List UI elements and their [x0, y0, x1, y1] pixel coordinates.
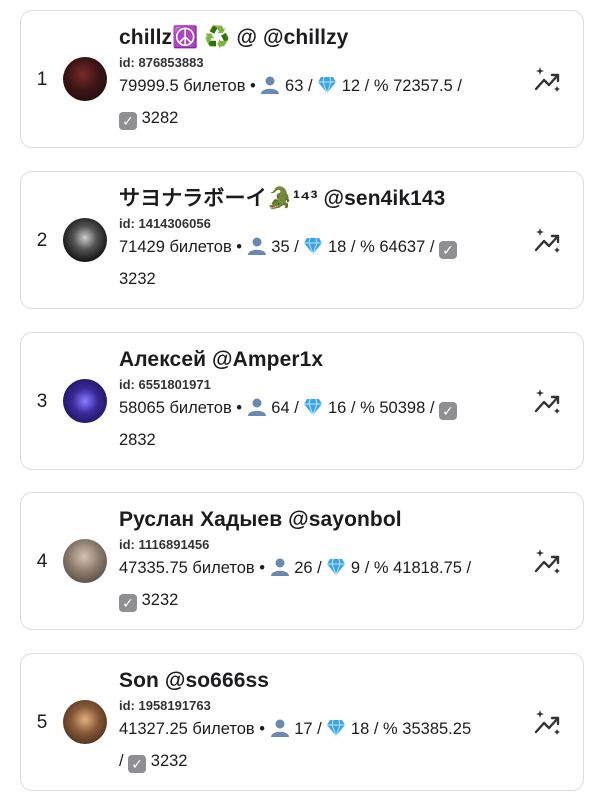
- rank-number: 3: [36, 391, 48, 412]
- user-id: id: 6551801971: [119, 377, 211, 392]
- user-name: Son @so666ss: [119, 669, 270, 692]
- user-name: Руслан Хадыев @sayonbol: [119, 508, 402, 531]
- user-icon: [247, 236, 267, 265]
- checkbox-icon: ✓: [119, 594, 137, 612]
- checkbox-icon: ✓: [128, 755, 147, 773]
- referrals-count: 26: [294, 559, 313, 577]
- rank-number: 5: [36, 712, 48, 733]
- checks-count: 3282: [141, 109, 179, 127]
- leaderboard-list: 1 chillz☮️ ♻️ @ @chillzy id: 876853883 7…: [0, 0, 600, 800]
- tickets-count: 47335.75 билетов: [119, 559, 255, 577]
- gems-count: 18: [327, 238, 347, 256]
- referrals-count: 64: [271, 399, 290, 417]
- trending-sparkle-icon[interactable]: [533, 226, 563, 256]
- user-id: id: 1414306056: [119, 216, 211, 231]
- percent-value: % 72357.5: [373, 77, 453, 95]
- referrals-count: 63: [285, 77, 304, 95]
- user-icon: [260, 75, 280, 104]
- user-name: chillz☮️ ♻️ @ @chillzy: [119, 26, 349, 49]
- tickets-count: 58065 билетов: [119, 399, 232, 417]
- tickets-count: 79999.5 билетов: [119, 77, 246, 95]
- gems-count: 16: [327, 399, 347, 417]
- leaderboard-card[interactable]: 3 Алексей @Amper1x id: 6551801971 58065 …: [20, 332, 584, 470]
- user-stats: 58065 билетов • 64 / 16 / % 50398 / ✓ 28…: [119, 394, 513, 455]
- user-stats: 47335.75 билетов • 26 / 9 / % 41818.75 /…: [119, 557, 472, 612]
- user-name: サヨナラボーイ🐊¹⁴³ @sen4ik143: [119, 187, 446, 210]
- user-stats: 71429 билетов • 35 / 18 / % 64637 / ✓ 32…: [119, 233, 513, 294]
- leaderboard-card[interactable]: 4 Руслан Хадыев @sayonbol id: 1116891456…: [20, 492, 584, 630]
- gem-icon: [303, 397, 323, 426]
- user-icon: [270, 718, 290, 747]
- rank-number: 4: [36, 551, 48, 572]
- trending-sparkle-icon[interactable]: [533, 387, 563, 417]
- trending-sparkle-icon[interactable]: [533, 708, 563, 738]
- referrals-count: 17: [294, 720, 313, 738]
- rank-number: 2: [36, 230, 48, 251]
- avatar[interactable]: [63, 379, 107, 423]
- user-icon: [247, 397, 267, 426]
- user-id: id: 1116891456: [119, 537, 210, 552]
- tickets-count: 41327.25 билетов: [119, 720, 255, 738]
- gem-icon: [326, 718, 346, 747]
- leaderboard-card[interactable]: 1 chillz☮️ ♻️ @ @chillzy id: 876853883 7…: [20, 10, 584, 148]
- checks-count: 3232: [141, 591, 179, 609]
- checks-count: 3232: [150, 752, 188, 770]
- trending-sparkle-icon[interactable]: [533, 65, 563, 95]
- gem-icon: [317, 75, 337, 104]
- percent-value: % 64637: [360, 238, 426, 256]
- percent-value: % 50398: [360, 399, 426, 417]
- gem-icon: [303, 236, 323, 265]
- user-name: Алексей @Amper1x: [119, 348, 324, 371]
- avatar[interactable]: [63, 700, 107, 744]
- gem-icon: [326, 557, 346, 586]
- tickets-count: 71429 билетов: [119, 238, 232, 256]
- leaderboard-card[interactable]: 2 サヨナラボーイ🐊¹⁴³ @sen4ik143 id: 1414306056 …: [20, 171, 584, 309]
- rank-number: 1: [36, 69, 48, 90]
- user-stats: 41327.25 билетов • 17 / 18 / % 35385.25 …: [119, 718, 472, 773]
- percent-value: % 35385.25: [383, 720, 472, 738]
- checks-count: 2832: [119, 431, 156, 449]
- checkbox-icon: ✓: [439, 241, 458, 259]
- avatar[interactable]: [63, 57, 107, 101]
- checks-count: 3232: [119, 270, 156, 288]
- user-id: id: 876853883: [119, 55, 204, 70]
- gems-count: 18: [350, 720, 370, 738]
- user-icon: [270, 557, 290, 586]
- avatar[interactable]: [63, 539, 107, 583]
- user-id: id: 1958191763: [119, 698, 211, 713]
- user-stats: 79999.5 билетов • 63 / 12 / % 72357.5 / …: [119, 75, 462, 130]
- gems-count: 12: [341, 77, 361, 95]
- trending-sparkle-icon[interactable]: [533, 547, 563, 577]
- checkbox-icon: ✓: [119, 112, 137, 130]
- avatar[interactable]: [63, 218, 107, 262]
- referrals-count: 35: [271, 238, 290, 256]
- leaderboard-card[interactable]: 5 Son @so666ss id: 1958191763 41327.25 б…: [20, 653, 584, 791]
- gems-count: 9: [350, 559, 361, 577]
- percent-value: % 41818.75: [373, 559, 462, 577]
- checkbox-icon: ✓: [439, 402, 458, 420]
